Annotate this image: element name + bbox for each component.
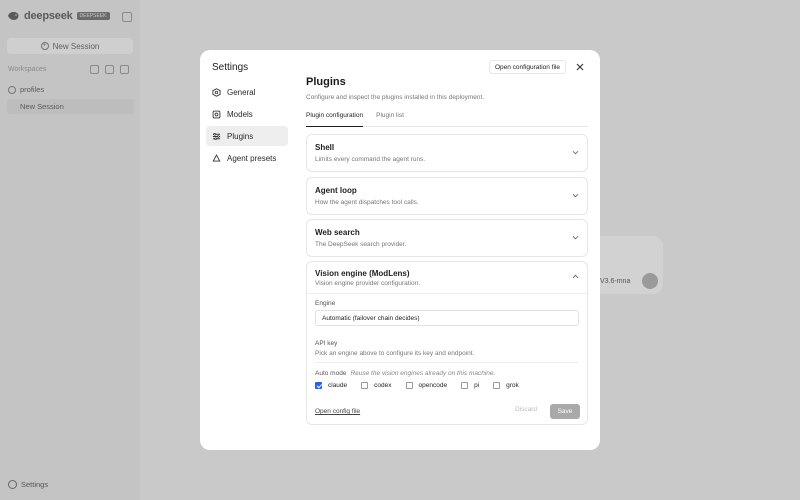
auto-mode-label: Auto mode	[315, 370, 347, 377]
recycle-icon	[212, 153, 221, 161]
close-icon	[576, 63, 584, 71]
card-description: How the agent dispatches tool calls.	[315, 199, 419, 206]
card-description: The DeepSeek search provider.	[315, 241, 407, 248]
brand: deepseek DEEPSEEK	[7, 10, 110, 22]
search-icon[interactable]	[90, 65, 99, 74]
checkbox-grok[interactable]: grok	[493, 382, 519, 389]
chevron-up-icon	[572, 274, 579, 279]
plugin-card-shell[interactable]: Shell Limits every command the agent run…	[306, 134, 588, 172]
open-config-file-link[interactable]: Open config file	[315, 408, 360, 415]
checkbox-box[interactable]	[315, 382, 322, 389]
checkbox-label: claude	[328, 382, 348, 389]
workspace-name: profiles	[20, 85, 45, 94]
discard-button[interactable]: Discard	[515, 406, 537, 413]
modal-title: Settings	[212, 62, 249, 73]
page-title: Plugins	[306, 76, 346, 88]
checkbox-label: codex	[374, 382, 392, 389]
open-configuration-file-button[interactable]: Open configuration file	[488, 60, 566, 74]
plugin-card-agent-loop[interactable]: Agent loop How the agent dispatches tool…	[306, 177, 588, 215]
workspaces-label: Workspaces	[8, 66, 47, 73]
tab-plugin-configuration[interactable]: Plugin configuration	[306, 108, 364, 127]
checkbox-codex[interactable]: codex	[361, 382, 392, 389]
brand-name: deepseek	[24, 10, 73, 22]
gear-icon	[8, 480, 17, 489]
workspace-actions	[90, 65, 129, 74]
nav-label: Agent presets	[227, 153, 277, 163]
card-title: Web search	[315, 228, 360, 237]
folder-icon	[8, 85, 16, 94]
tab-plugin-list[interactable]: Plugin list	[376, 108, 404, 127]
settings-button[interactable]: Settings	[8, 480, 48, 489]
nav-label: Plugins	[227, 131, 254, 141]
plugin-card-web-search[interactable]: Web search The DeepSeek search provider.	[306, 219, 588, 257]
nav-item-models[interactable]: Models	[206, 104, 288, 124]
sidebar-collapse-icon[interactable]	[122, 12, 132, 22]
close-button[interactable]	[574, 61, 586, 73]
settings-nav: General Models Plugins Agent presets	[206, 82, 288, 170]
send-button[interactable]	[642, 273, 658, 289]
refresh-icon[interactable]	[120, 65, 129, 74]
nav-item-agent-presets[interactable]: Agent presets	[206, 148, 288, 168]
engine-label: Engine	[315, 300, 336, 307]
api-key-label: API key	[315, 340, 338, 347]
card-title: Vision engine (ModLens)	[315, 269, 410, 278]
nav-item-general[interactable]: General	[206, 82, 288, 102]
checkbox-box[interactable]	[405, 382, 413, 389]
auto-mode-row: Auto mode Reuse the vision engines alread…	[315, 370, 495, 377]
workspace-item[interactable]: profiles	[8, 85, 44, 94]
card-description: Limits every command the agent runs.	[315, 156, 426, 163]
settings-content: Open configuration file Plugins Configur…	[306, 50, 588, 450]
auto-mode-hint: Reuse the vision engines already on this…	[350, 370, 496, 377]
settings-label: Settings	[21, 480, 49, 489]
card-header[interactable]: Agent loop How the agent dispatches tool…	[307, 178, 587, 214]
plus-icon: +	[40, 42, 49, 50]
nav-label: General	[227, 87, 256, 97]
nav-item-plugins[interactable]: Plugins	[206, 126, 288, 146]
cube-icon	[212, 110, 221, 118]
checkbox-label: opencode	[418, 382, 448, 389]
checkbox-box[interactable]	[461, 382, 469, 389]
card-header[interactable]: Web search The DeepSeek search provider.	[307, 220, 587, 256]
plugin-card-vision-engine: Vision engine (ModLens) Vision engine pr…	[306, 261, 588, 425]
card-header[interactable]: Vision engine (ModLens) Vision engine pr…	[307, 262, 587, 294]
page-subtitle: Configure and inspect the plugins instal…	[306, 94, 485, 101]
checkbox-opencode[interactable]: opencode	[405, 382, 448, 389]
hexagon-icon	[212, 87, 221, 97]
add-folder-icon[interactable]	[105, 65, 114, 74]
card-title: Agent loop	[315, 186, 357, 195]
checkbox-box[interactable]	[493, 382, 501, 389]
engine-checkboxes: claude codex opencode pi grok	[315, 382, 533, 389]
settings-modal: Settings General Models Plugins Agent pr…	[200, 50, 600, 450]
chevron-down-icon	[572, 235, 579, 240]
chevron-down-icon	[572, 150, 579, 155]
nav-label: Models	[227, 109, 253, 119]
sliders-icon	[212, 132, 221, 140]
section-divider	[315, 362, 579, 363]
checkbox-label: pi	[474, 382, 480, 389]
card-divider	[307, 293, 587, 294]
new-session-button[interactable]: + New Session	[7, 38, 133, 54]
brand-badge: DEEPSEEK	[76, 12, 110, 20]
card-title: Shell	[315, 143, 335, 152]
card-description: Vision engine provider configuration.	[315, 280, 421, 287]
plugin-tabs: Plugin configuration Plugin list	[306, 108, 588, 127]
new-session-label: New Session	[52, 41, 100, 51]
checkbox-pi[interactable]: pi	[461, 382, 479, 389]
save-button[interactable]: Save	[550, 404, 580, 419]
card-header[interactable]: Shell Limits every command the agent run…	[307, 135, 587, 171]
checkbox-box[interactable]	[361, 382, 369, 389]
chevron-down-icon	[572, 193, 579, 198]
model-selector[interactable]: V3.6-mna	[600, 278, 630, 285]
sidebar: deepseek DEEPSEEK + New Session Workspac…	[0, 0, 140, 500]
checkbox-claude[interactable]: claude	[315, 382, 347, 389]
checkbox-label: grok	[506, 382, 519, 389]
api-key-description: Pick an engine above to configure its ke…	[315, 350, 475, 357]
engine-select[interactable]: Automatic (failover chain decides)	[315, 310, 579, 326]
session-item[interactable]: New Session	[7, 99, 134, 114]
whale-logo-icon	[8, 12, 19, 20]
